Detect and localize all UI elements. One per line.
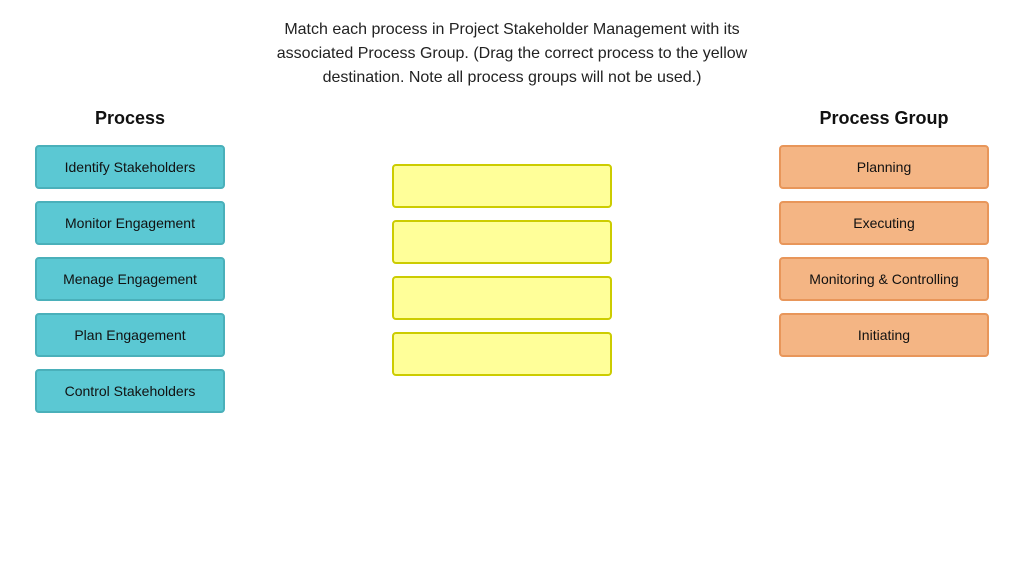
group-item-initiating: Initiating (779, 313, 989, 357)
group-item-planning: Planning (779, 145, 989, 189)
process-item-plan[interactable]: Plan Engagement (35, 313, 225, 357)
process-item-manage[interactable]: Menage Engagement (35, 257, 225, 301)
process-column: Process Identify Stakeholders Monitor En… (30, 108, 230, 425)
group-item-monitoring: Monitoring & Controlling (779, 257, 989, 301)
instructions-line3: destination. Note all process groups wil… (323, 69, 702, 86)
drop-zone-2[interactable] (392, 220, 612, 264)
drop-zone-3[interactable] (392, 276, 612, 320)
process-item-monitor[interactable]: Monitor Engagement (35, 201, 225, 245)
columns-wrapper: Process Identify Stakeholders Monitor En… (30, 108, 994, 425)
process-item-identify[interactable]: Identify Stakeholders (35, 145, 225, 189)
page-container: Match each process in Project Stakeholde… (0, 0, 1024, 568)
drop-zone-1[interactable] (392, 164, 612, 208)
dropzones-column (387, 108, 617, 388)
group-item-executing: Executing (779, 201, 989, 245)
instructions-line2: associated Process Group. (Drag the corr… (277, 45, 747, 62)
process-item-control[interactable]: Control Stakeholders (35, 369, 225, 413)
process-group-column: Process Group Planning Executing Monitor… (774, 108, 994, 369)
drop-zone-4[interactable] (392, 332, 612, 376)
instructions-text: Match each process in Project Stakeholde… (277, 18, 747, 90)
process-group-header: Process Group (819, 108, 948, 129)
process-header: Process (95, 108, 165, 129)
instructions-line1: Match each process in Project Stakeholde… (284, 21, 739, 38)
